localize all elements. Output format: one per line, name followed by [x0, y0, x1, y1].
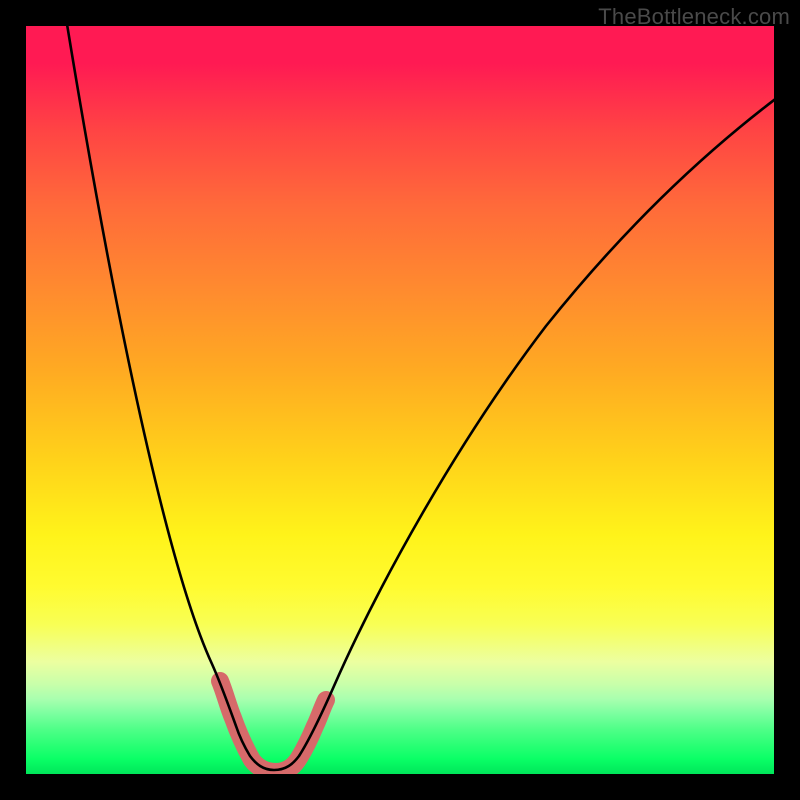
- watermark-text: TheBottleneck.com: [598, 4, 790, 30]
- curve-layer: [26, 26, 774, 774]
- notch-curve: [66, 26, 774, 770]
- chart-frame: [26, 26, 774, 774]
